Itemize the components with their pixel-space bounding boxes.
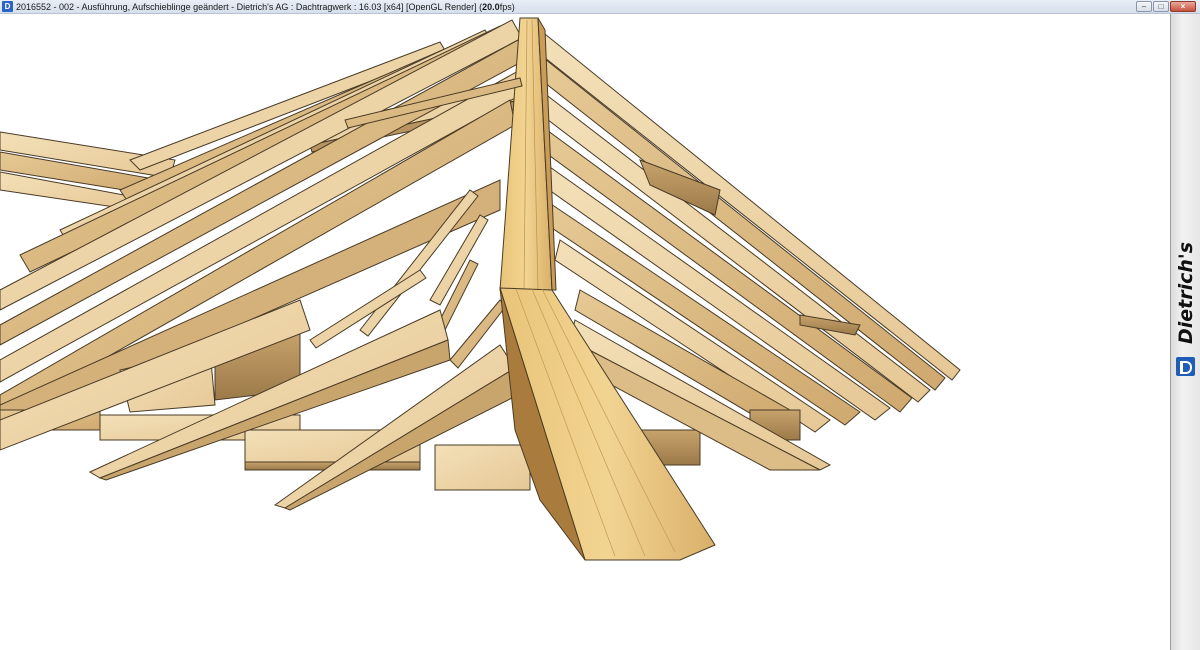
window-title: 2016552 - 002 - Ausführung, Aufschieblin… xyxy=(16,0,515,14)
window-title-main: 2016552 - 002 - Ausführung, Aufschieblin… xyxy=(16,2,483,12)
roof-model-render xyxy=(0,17,961,561)
brand-name: Dietrich's xyxy=(1175,241,1197,345)
brand-logo-icon xyxy=(1176,357,1195,376)
window-title-fps-suffix: fps) xyxy=(499,2,515,12)
app-icon[interactable]: D xyxy=(2,1,13,12)
brand-side-panel: Dietrich's xyxy=(1170,14,1200,650)
close-button[interactable]: × xyxy=(1170,1,1196,12)
application-window: D 2016552 - 002 - Ausführung, Aufschiebl… xyxy=(0,0,1200,650)
3d-viewport[interactable] xyxy=(0,14,1170,650)
minimize-button[interactable]: – xyxy=(1136,1,1152,12)
window-title-fps: 20.0 xyxy=(482,2,500,12)
maximize-button[interactable]: □ xyxy=(1153,1,1169,12)
title-bar[interactable]: D 2016552 - 002 - Ausführung, Aufschiebl… xyxy=(0,0,1200,14)
